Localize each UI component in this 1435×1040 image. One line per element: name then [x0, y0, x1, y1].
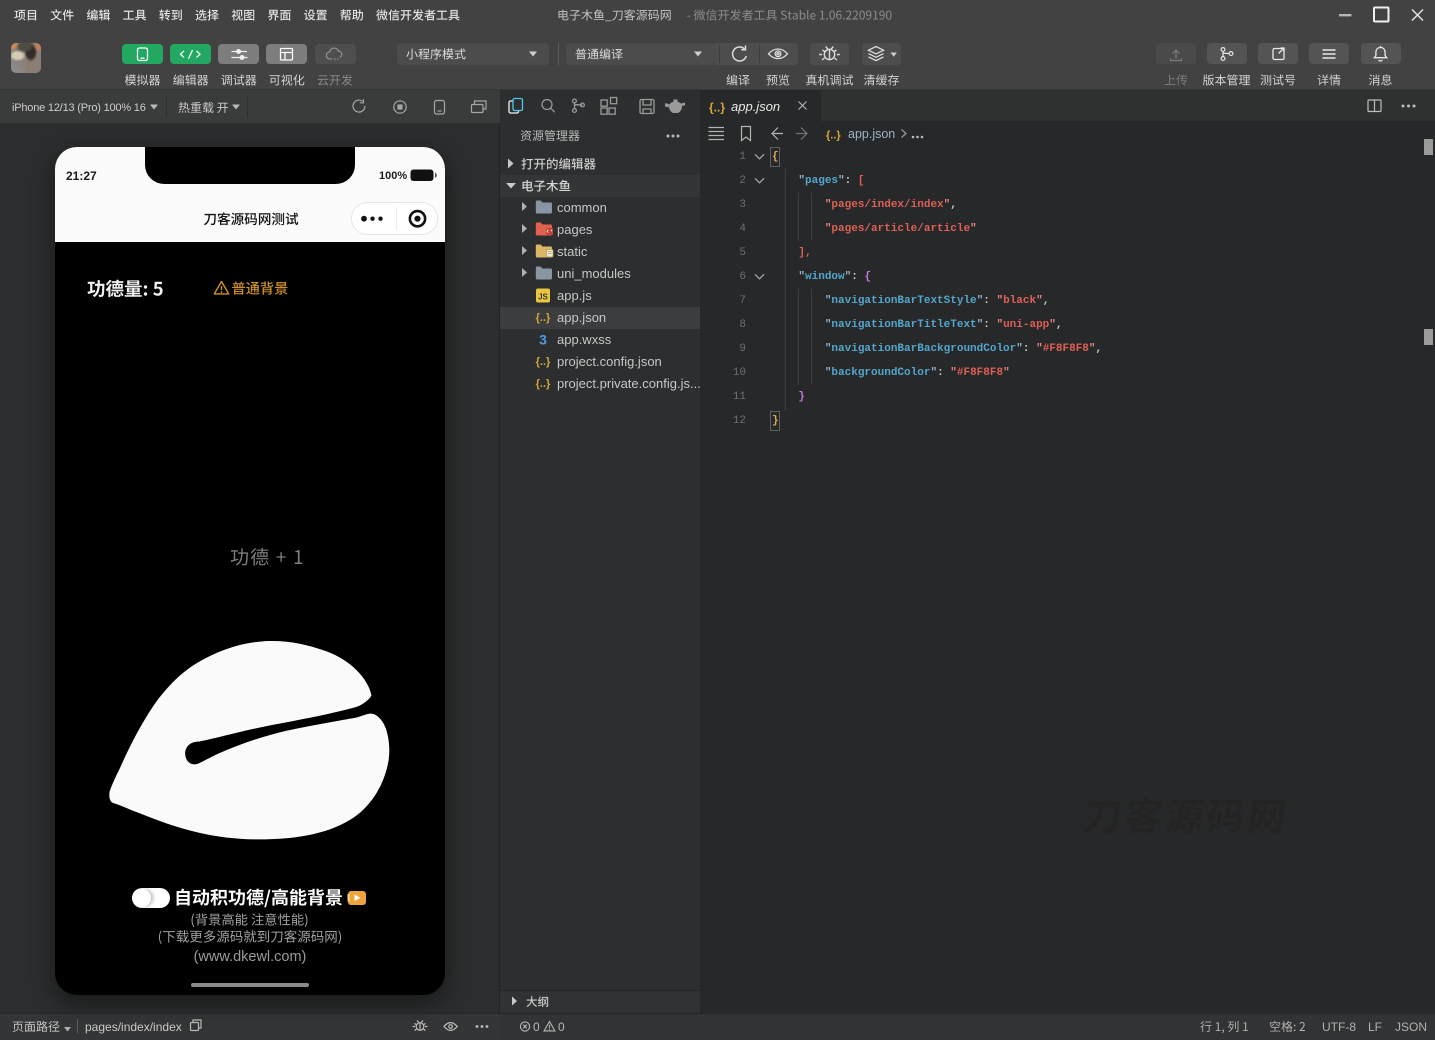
svg-text:{..}: {..}	[536, 312, 551, 324]
svg-text:{..}: {..}	[536, 378, 551, 390]
svg-text:{..}: {..}	[709, 101, 725, 115]
svg-text:{..}: {..}	[536, 356, 551, 368]
svg-text:JS: JS	[538, 293, 548, 302]
svg-text:3: 3	[539, 332, 547, 348]
svg-text:{..}: {..}	[826, 130, 841, 142]
